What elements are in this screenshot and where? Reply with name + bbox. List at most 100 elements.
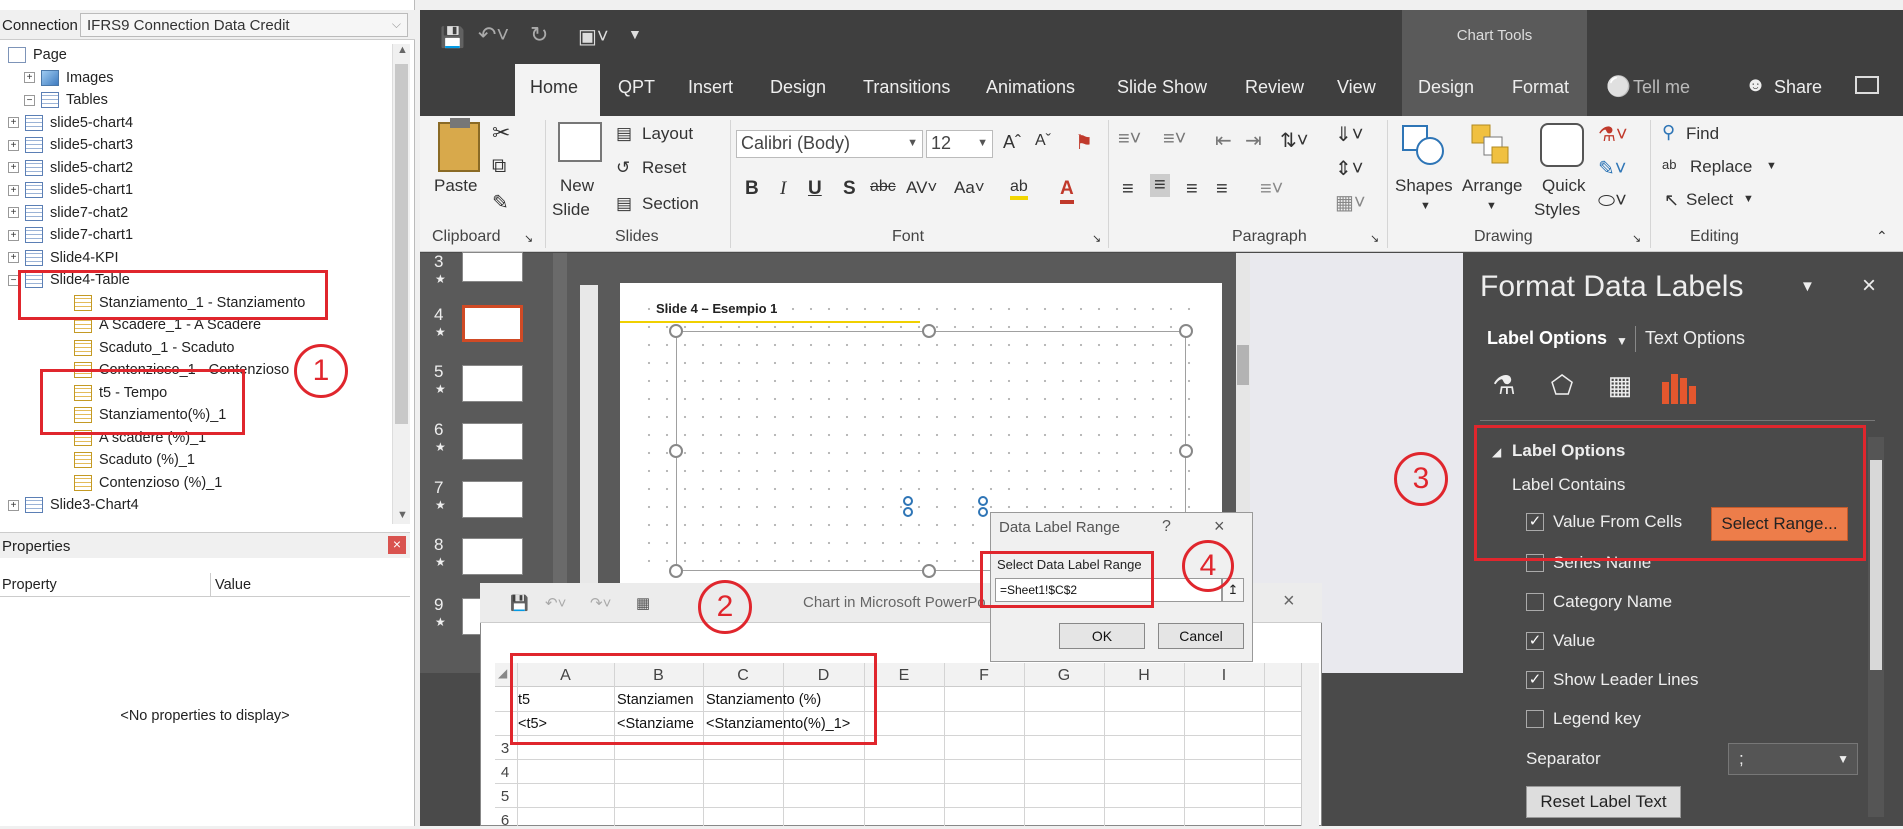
tab-review[interactable]: Review — [1245, 77, 1304, 98]
scroll-down-icon[interactable]: ▼ — [397, 509, 408, 521]
select-icon[interactable]: ↖ — [1664, 190, 1679, 211]
layout-button[interactable]: Layout — [642, 124, 693, 144]
select-all-icon[interactable]: ◢ — [498, 666, 507, 680]
resize-handle[interactable] — [669, 564, 683, 578]
chevron-down-icon[interactable]: ▼ — [1486, 200, 1497, 212]
resize-handle[interactable] — [922, 324, 936, 338]
tree-item[interactable]: Page — [8, 44, 67, 66]
tab-design[interactable]: Design — [770, 77, 826, 98]
tab-chart-format[interactable]: Format — [1512, 77, 1569, 98]
paste-button[interactable]: Paste — [434, 176, 477, 196]
value-checkbox[interactable]: ✓ — [1526, 632, 1544, 650]
value-column-header[interactable]: Value — [215, 577, 251, 593]
expand-icon[interactable]: + — [8, 139, 19, 151]
find-button[interactable]: Find — [1686, 124, 1719, 144]
column-divider[interactable] — [210, 573, 211, 597]
numbering-icon[interactable]: ≡˅ — [1163, 128, 1186, 151]
shadow-icon[interactable]: S — [843, 178, 856, 200]
layout-icon[interactable]: ▤ — [616, 124, 632, 144]
close-icon[interactable]: × — [1862, 272, 1876, 300]
close-icon[interactable]: × — [1283, 590, 1295, 613]
font-size-select[interactable]: 12 ▼ — [926, 130, 993, 158]
expand-icon[interactable]: + — [8, 229, 19, 241]
tree-item[interactable]: − Tables — [24, 89, 108, 111]
slide-title[interactable]: Slide 4 – Esempio 1 — [656, 301, 777, 316]
highlight-icon[interactable]: ab — [1010, 178, 1028, 200]
increase-indent-icon[interactable]: ⇥ — [1245, 128, 1262, 153]
share-icon[interactable]: ☻ — [1745, 74, 1766, 97]
label-options-icon[interactable] — [1660, 370, 1696, 404]
resize-handle[interactable] — [669, 324, 683, 338]
change-case-icon[interactable]: Aa˅ — [954, 178, 985, 198]
label-handle[interactable] — [978, 507, 988, 517]
reset-label-text-button[interactable]: Reset Label Text — [1526, 786, 1681, 818]
bullets-icon[interactable]: ≡˅ — [1118, 128, 1141, 151]
property-column-header[interactable]: Property — [2, 577, 57, 593]
dialog-launcher-icon[interactable]: ↘ — [524, 232, 533, 245]
column-header-g[interactable]: G — [1024, 667, 1104, 685]
shape-outline-icon[interactable]: ✎˅ — [1598, 156, 1626, 181]
resize-handle[interactable] — [1179, 324, 1193, 338]
bold-icon[interactable]: B — [745, 178, 759, 200]
reset-icon[interactable]: ↺ — [616, 158, 630, 178]
text-direction-icon[interactable]: ⇓˅ — [1335, 122, 1363, 147]
tab-chart-design[interactable]: Design — [1418, 77, 1474, 98]
section-button[interactable]: Section — [642, 194, 699, 214]
ok-button[interactable]: OK — [1059, 623, 1145, 649]
category-name-label[interactable]: Category Name — [1553, 592, 1672, 612]
smartart-icon[interactable]: ▦˅ — [1335, 190, 1366, 215]
comments-icon[interactable] — [1855, 76, 1879, 94]
close-icon[interactable]: × — [1214, 516, 1225, 537]
help-button[interactable]: ? — [1162, 518, 1171, 536]
align-center-icon[interactable]: ≡ — [1150, 174, 1170, 197]
undo-icon[interactable]: ↶˅ — [545, 594, 566, 612]
undo-icon[interactable]: ↶˅ — [478, 22, 509, 48]
tree-item[interactable]: Scaduto_1 - Scaduto — [74, 337, 234, 359]
effects-icon[interactable]: ⬠ — [1545, 370, 1579, 404]
tree-item[interactable]: + slide7-chat2 — [8, 202, 128, 224]
tree-item[interactable]: Contenzioso (%)_1 — [74, 472, 222, 494]
cancel-button[interactable]: Cancel — [1158, 623, 1244, 649]
shapes-icon[interactable] — [1400, 123, 1446, 169]
arrange-button[interactable]: Arrange — [1462, 176, 1522, 196]
tree-scroll-thumb[interactable] — [395, 64, 408, 424]
share-button[interactable]: Share — [1774, 77, 1822, 98]
align-left-icon[interactable]: ≡ — [1122, 178, 1134, 201]
shrink-font-icon[interactable]: Aˇ — [1035, 132, 1051, 150]
cut-icon[interactable]: ✂ — [492, 120, 510, 146]
tab-slide-show[interactable]: Slide Show — [1117, 77, 1207, 98]
size-properties-icon[interactable]: ▦ — [1603, 370, 1637, 404]
save-icon[interactable]: 💾 — [440, 25, 465, 50]
fill-line-icon[interactable]: ⚗ — [1487, 370, 1521, 404]
tell-me-box[interactable]: Tell me — [1633, 77, 1690, 98]
align-right-icon[interactable]: ≡ — [1186, 178, 1198, 201]
chevron-down-icon[interactable]: ▼ — [1766, 160, 1777, 172]
column-header-i[interactable]: I — [1184, 667, 1264, 685]
quick-styles-button[interactable]: Quick — [1542, 176, 1585, 196]
paste-icon[interactable] — [438, 122, 480, 172]
label-handle[interactable] — [903, 496, 913, 506]
scroll-up-icon[interactable]: ▲ — [397, 44, 408, 56]
value-label[interactable]: Value — [1553, 631, 1595, 651]
char-spacing-icon[interactable]: AV˅ — [906, 178, 937, 198]
dialog-launcher-icon[interactable]: ↘ — [1370, 232, 1379, 245]
label-options-tab[interactable]: Label Options — [1487, 328, 1607, 349]
reset-button[interactable]: Reset — [642, 158, 686, 178]
chevron-down-icon[interactable]: ▼ — [1616, 334, 1628, 348]
tab-insert[interactable]: Insert — [688, 77, 733, 98]
shapes-button[interactable]: Shapes — [1395, 176, 1453, 196]
line-spacing-icon[interactable]: ⇅˅ — [1280, 128, 1308, 153]
slide-scroll-thumb[interactable] — [1237, 345, 1249, 385]
text-options-tab[interactable]: Text Options — [1645, 328, 1745, 349]
tree-scrollbar[interactable]: ▲ ▼ — [392, 44, 410, 524]
tab-transitions[interactable]: Transitions — [863, 77, 950, 98]
resize-handle[interactable] — [922, 564, 936, 578]
expand-icon[interactable]: + — [24, 72, 35, 84]
row-header-6[interactable]: 6 — [495, 812, 515, 829]
quick-styles-button-line2[interactable]: Styles — [1534, 200, 1580, 220]
shape-effects-icon[interactable]: ⬭˅ — [1598, 190, 1627, 213]
slide-thumbnail-8[interactable] — [462, 538, 523, 575]
select-button[interactable]: Select — [1686, 190, 1733, 210]
slide-thumbnail-3[interactable] — [462, 252, 523, 282]
redo-icon[interactable]: ↷˅ — [590, 594, 611, 612]
